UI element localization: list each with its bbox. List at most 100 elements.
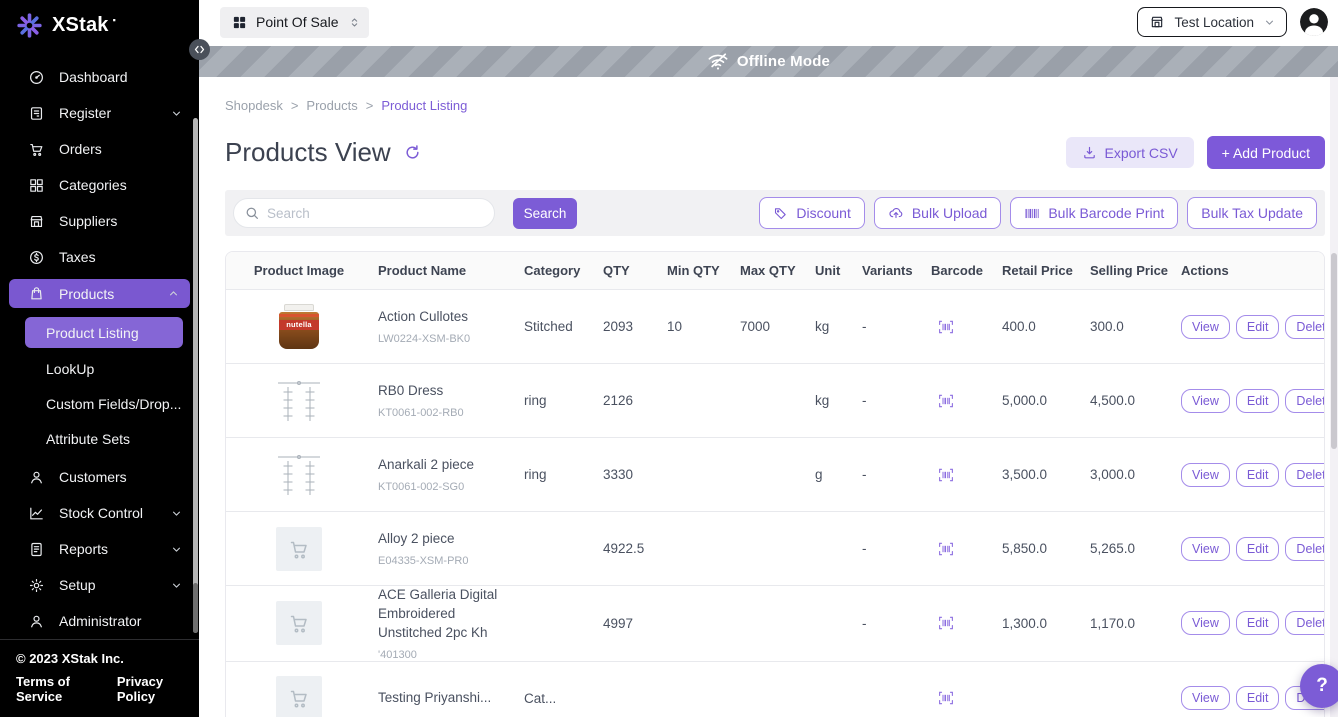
person-icon — [28, 613, 46, 630]
refresh-icon[interactable] — [404, 144, 421, 161]
cell-product-name: Testing Priyanshi... — [378, 689, 524, 708]
product-name: Alloy 2 piece — [378, 530, 518, 549]
privacy-policy-link[interactable]: Privacy Policy — [117, 674, 183, 704]
search-icon — [244, 205, 260, 221]
offline-banner: Offline Mode — [199, 46, 1338, 77]
edit-button[interactable]: Edit — [1236, 611, 1280, 635]
brand[interactable]: XStak ▪ — [0, 0, 199, 55]
delete-button[interactable]: Delete — [1285, 463, 1325, 487]
top-bar: Point Of Sale Test Location — [199, 0, 1338, 44]
sidebar-item-setup[interactable]: Setup — [0, 567, 199, 603]
location-select[interactable]: Test Location — [1137, 7, 1287, 37]
cell-product-name: Action CullotesLW0224-XSM-BK0 — [378, 308, 524, 345]
edit-button[interactable]: Edit — [1236, 389, 1280, 413]
sidebar-item-categories[interactable]: Categories — [0, 167, 199, 203]
bulk-barcode-print-button[interactable]: Bulk Barcode Print — [1010, 197, 1178, 229]
bulk-tax-update-button[interactable]: Bulk Tax Update — [1187, 197, 1317, 229]
search-input[interactable] — [233, 198, 495, 228]
add-product-button[interactable]: + Add Product — [1207, 136, 1325, 169]
cell-product-name: RB0 DressKT0061-002-RB0 — [378, 382, 524, 419]
search-button[interactable]: Search — [513, 198, 577, 229]
sidebar-item-label: Administrator — [59, 613, 183, 629]
barcode-icon — [1024, 207, 1040, 220]
unfold-more-icon — [348, 16, 361, 29]
sidebar-item-label: Taxes — [59, 249, 183, 265]
sidebar-item-label: Setup — [59, 577, 157, 593]
column-header-product-image: Product Image — [226, 263, 378, 278]
view-button[interactable]: View — [1181, 389, 1230, 413]
column-header-max-qty: Max QTY — [740, 263, 815, 278]
sidebar-item-attribute-sets[interactable]: Attribute Sets — [0, 421, 199, 456]
sidebar-item-custom-fields-drop[interactable]: Custom Fields/Drop... — [0, 386, 199, 421]
view-button[interactable]: View — [1181, 611, 1230, 635]
breadcrumb-item-product-listing[interactable]: Product Listing — [381, 98, 467, 113]
view-button[interactable]: View — [1181, 537, 1230, 561]
sidebar-item-stock-control[interactable]: Stock Control — [0, 495, 199, 531]
cell-barcode[interactable] — [931, 320, 1002, 334]
placeholder-cart-image — [276, 527, 322, 571]
delete-button[interactable]: Delete — [1285, 315, 1325, 339]
view-button[interactable]: View — [1181, 686, 1230, 710]
breadcrumb-item-shopdesk[interactable]: Shopdesk — [225, 98, 283, 113]
cell-selling-price: 4,500.0 — [1090, 393, 1181, 408]
cart-icon — [28, 141, 46, 158]
edit-button[interactable]: Edit — [1236, 315, 1280, 339]
sidebar-item-customers[interactable]: Customers — [0, 459, 199, 495]
cell-variants: - — [862, 319, 931, 334]
edit-button[interactable]: Edit — [1236, 537, 1280, 561]
breadcrumb-item-products[interactable]: Products — [306, 98, 357, 113]
breadcrumb-separator: > — [291, 98, 299, 113]
help-button[interactable]: ? — [1300, 664, 1338, 708]
cell-barcode[interactable] — [931, 394, 1002, 408]
main-area: Point Of Sale Test Location — [199, 0, 1338, 717]
sidebar-item-register[interactable]: Register — [0, 95, 199, 131]
export-csv-button[interactable]: Export CSV — [1066, 137, 1194, 168]
cell-barcode[interactable] — [931, 542, 1002, 556]
edit-button[interactable]: Edit — [1236, 463, 1280, 487]
barcode-icon — [938, 468, 954, 482]
column-header-min-qty: Min QTY — [667, 263, 740, 278]
view-button[interactable]: View — [1181, 463, 1230, 487]
page-scrollbar-thumb[interactable] — [1331, 253, 1337, 449]
edit-button[interactable]: Edit — [1236, 686, 1280, 710]
bulk-upload-button[interactable]: Bulk Upload — [874, 197, 1002, 229]
sidebar-item-taxes[interactable]: Taxes — [0, 239, 199, 275]
sidebar-item-suppliers[interactable]: Suppliers — [0, 203, 199, 239]
product-name: RB0 Dress — [378, 382, 518, 401]
app-switcher-button[interactable]: Point Of Sale — [220, 7, 369, 38]
sidebar-item-orders[interactable]: Orders — [0, 131, 199, 167]
discount-button[interactable]: Discount — [759, 197, 864, 229]
sidebar-collapse-button[interactable] — [189, 39, 210, 60]
sidebar-item-product-listing[interactable]: Product Listing — [25, 317, 183, 348]
cell-product-image — [226, 449, 378, 501]
placeholder-cart-image — [276, 601, 322, 645]
view-button[interactable]: View — [1181, 315, 1230, 339]
delete-button[interactable]: Delete — [1285, 389, 1325, 413]
cell-barcode[interactable] — [931, 468, 1002, 482]
sidebar-item-label: Suppliers — [59, 213, 183, 229]
sidebar-scrollbar[interactable] — [193, 118, 198, 633]
delete-button[interactable]: Delete — [1285, 611, 1325, 635]
barcode-icon — [938, 542, 954, 556]
delete-button[interactable]: Delete — [1285, 537, 1325, 561]
barcode-icon — [938, 320, 954, 334]
sidebar-item-administrator[interactable]: Administrator — [0, 603, 199, 639]
avatar[interactable] — [1300, 8, 1328, 36]
cell-barcode[interactable] — [931, 616, 1002, 630]
breadcrumb: Shopdesk>Products>Product Listing — [225, 98, 1325, 113]
sidebar-item-products[interactable]: Products — [9, 279, 190, 308]
terms-of-service-link[interactable]: Terms of Service — [16, 674, 94, 704]
cell-product-name: Alloy 2 pieceE04335-XSM-PR0 — [378, 530, 524, 567]
chevron-down-icon — [1263, 16, 1276, 29]
sidebar-scrollbar-thumb[interactable] — [193, 583, 198, 633]
page-scrollbar[interactable] — [1330, 77, 1338, 717]
sidebar-item-lookup[interactable]: LookUp — [0, 351, 199, 386]
cell-barcode[interactable] — [931, 691, 1002, 705]
cell-product-image — [226, 676, 378, 717]
cell-unit: g — [815, 467, 862, 482]
column-header-category: Category — [524, 263, 603, 278]
cell-product-image — [226, 375, 378, 427]
cell-retail-price: 400.0 — [1002, 319, 1090, 334]
sidebar-item-dashboard[interactable]: Dashboard — [0, 59, 199, 95]
sidebar-item-reports[interactable]: Reports — [0, 531, 199, 567]
